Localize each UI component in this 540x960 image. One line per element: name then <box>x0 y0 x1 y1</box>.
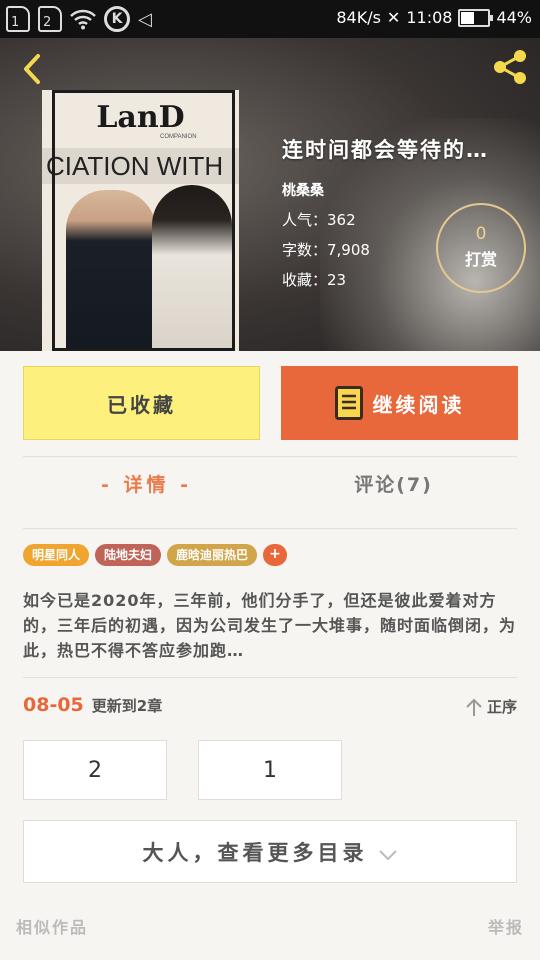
k-app-label: K <box>111 11 123 27</box>
sim2-label: 2 <box>43 15 52 30</box>
sort-up-arrow-icon <box>466 698 482 716</box>
sim1-icon: 1 <box>6 6 30 32</box>
continue-reading-label: 继续阅读 <box>372 392 465 417</box>
similar-works-link[interactable]: 相似作品 <box>16 914 88 938</box>
book-description[interactable]: 如今已是2020年，三年前，他们分手了，但还是彼此爱着对方的，三年后的初遇，因为… <box>23 588 517 663</box>
sim1-label: 1 <box>11 15 20 30</box>
tab-detail[interactable]: - 详情 - <box>23 470 270 497</box>
sort-order-button[interactable]: 正序 <box>465 696 517 717</box>
book-cover[interactable]: CIATION WITH LanD COMPANION <box>42 90 239 351</box>
book-icon <box>334 386 363 420</box>
mute-speaker-icon: ◁ <box>138 8 152 30</box>
battery-icon <box>458 8 494 27</box>
update-info: 08-05 更新到2章 <box>23 694 162 716</box>
book-title: 连时间都会等待的… <box>282 138 489 162</box>
add-tag-button[interactable]: + <box>263 544 288 566</box>
continue-reading-button[interactable]: 继续阅读 <box>281 366 518 440</box>
cover-frame <box>52 90 235 351</box>
share-icon[interactable] <box>490 48 530 86</box>
update-date: 08-05 <box>23 694 84 716</box>
divider <box>23 456 517 457</box>
tag-list: 明星同人 陆地夫妇 鹿晗迪丽热巴 + <box>23 544 288 566</box>
more-toc-button[interactable]: 大人，查看更多目录 <box>23 820 517 883</box>
back-arrow-icon[interactable] <box>18 52 52 86</box>
tab-comments[interactable]: 评论(7) <box>270 470 517 497</box>
more-toc-label: 大人，查看更多目录 <box>142 840 368 865</box>
sort-order-label: 正序 <box>486 698 517 716</box>
net-speed: 84K/s <box>336 8 381 27</box>
tip-count: 0 <box>475 224 487 244</box>
update-text: 更新到2章 <box>91 697 163 715</box>
tip-label: 打赏 <box>464 250 497 269</box>
favorited-label: 已收藏 <box>107 392 176 417</box>
favorited-button[interactable]: 已收藏 <box>23 366 260 440</box>
tag-item[interactable]: 陆地夫妇 <box>95 544 162 566</box>
battery-fill <box>461 11 474 24</box>
status-bar: 1 2 K ◁ 84K/s ✕ 11:08 44% <box>0 0 540 38</box>
battery-percent: 44% <box>496 8 532 27</box>
chapter-item[interactable]: 1 <box>198 740 342 800</box>
tip-button[interactable]: 0 打赏 <box>436 203 526 293</box>
clock: 11:08 <box>406 8 453 27</box>
book-author[interactable]: 桃桑桑 <box>282 180 527 200</box>
divider <box>23 528 517 529</box>
k-app-icon: K <box>104 6 130 32</box>
book-header: CIATION WITH LanD COMPANION 连时间都会等待的… 桃桑… <box>0 38 540 351</box>
chapter-item[interactable]: 2 <box>23 740 167 800</box>
tag-item[interactable]: 鹿晗迪丽热巴 <box>167 544 258 566</box>
divider <box>23 677 517 678</box>
report-link[interactable]: 举报 <box>488 914 524 938</box>
sim2-icon: 2 <box>38 6 62 32</box>
wifi-icon <box>70 9 96 30</box>
chevron-down-icon <box>378 849 397 860</box>
mute-x-icon: ✕ <box>386 8 401 27</box>
tag-item[interactable]: 明星同人 <box>23 544 90 566</box>
